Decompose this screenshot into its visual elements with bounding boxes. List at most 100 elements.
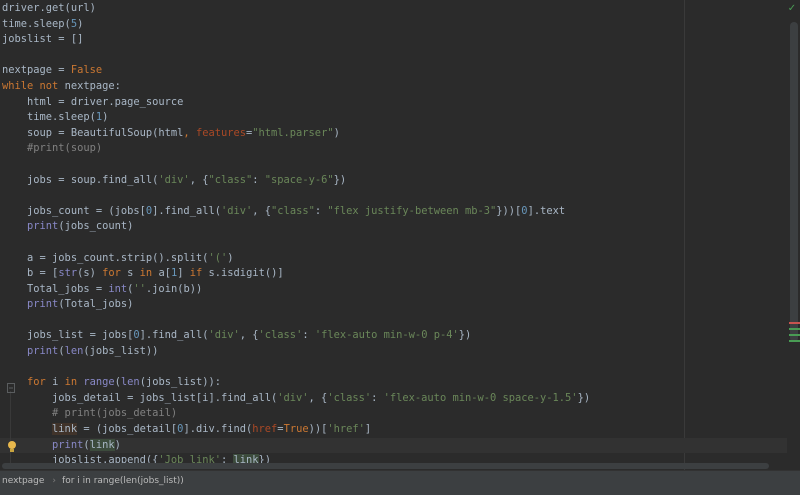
- code-token: '': [133, 282, 146, 295]
- code-token: ]: [177, 267, 190, 280]
- code-token: ): [333, 126, 340, 139]
- code-token: jobs_list = jobs[: [2, 329, 134, 342]
- code-line[interactable]: print(len(jobs_list)): [0, 344, 787, 360]
- lightbulb-icon[interactable]: [6, 439, 18, 453]
- code-token: :: [314, 204, 328, 217]
- code-line[interactable]: [0, 235, 787, 251]
- code-line[interactable]: html = driver.page_source: [0, 95, 787, 111]
- code-line[interactable]: [0, 313, 787, 329]
- code-token: 'div': [208, 329, 240, 342]
- code-line[interactable]: soup = BeautifulSoup(html, features="htm…: [0, 126, 787, 142]
- code-token: while not: [2, 79, 65, 92]
- code-token: nextpage =: [2, 64, 71, 77]
- indent-guide: [10, 406, 11, 423]
- code-token: "html.parser": [252, 126, 334, 139]
- code-token: "space-y-6": [264, 173, 334, 186]
- code-token: 'class': [258, 329, 303, 342]
- code-token: jobs_detail = jobs_list[i].find_all(: [2, 391, 278, 404]
- code-token: time.sleep(: [2, 17, 71, 30]
- code-line[interactable]: driver.get(url): [0, 1, 787, 17]
- code-line[interactable]: link = (jobs_detail[0].div.find(href=Tru…: [0, 422, 787, 438]
- code-token: time.sleep(: [2, 111, 96, 124]
- code-token: ))[: [308, 423, 328, 436]
- code-token: , {: [308, 391, 328, 404]
- code-line[interactable]: jobs = soup.find_all('div', {"class": "s…: [0, 173, 787, 189]
- code-line[interactable]: b = [str(s) for s in a[1] if s.isdigit()…: [0, 266, 787, 282]
- code-token: :: [371, 391, 384, 404]
- code-line[interactable]: jobs_count = (jobs[0].find_all('div', {"…: [0, 204, 787, 220]
- code-token: (jobs_list)): [83, 345, 159, 358]
- code-line[interactable]: Total_jobs = int(''.join(b)): [0, 282, 787, 298]
- code-token: driver.get(url): [2, 2, 96, 14]
- code-token: 'flex-auto min-w-0 space-y-1.5': [383, 391, 578, 404]
- warning-stripe-marker[interactable]: [789, 328, 800, 330]
- code-line[interactable]: nextpage = False: [0, 63, 787, 79]
- code-line[interactable]: [0, 188, 787, 204]
- code-token: i: [52, 376, 65, 389]
- code-token: a[: [158, 267, 171, 280]
- horizontal-scrollbar[interactable]: [2, 463, 769, 469]
- vertical-scrollbar-thumb[interactable]: [790, 22, 798, 342]
- code-line[interactable]: time.sleep(5): [0, 17, 787, 33]
- checkmark-icon[interactable]: ✓: [786, 4, 798, 14]
- error-stripe-marker[interactable]: [789, 322, 800, 324]
- code-line[interactable]: print(link): [0, 437, 787, 454]
- code-token: :: [252, 173, 265, 186]
- code-line[interactable]: [0, 48, 787, 64]
- code-token: link: [89, 438, 115, 451]
- code-token: if: [189, 267, 209, 280]
- code-token: link: [52, 423, 78, 436]
- code-token: str: [58, 267, 78, 280]
- code-line[interactable]: print(jobs_count): [0, 219, 787, 235]
- code-token: print: [27, 345, 59, 358]
- code-token: False: [70, 64, 103, 77]
- code-line[interactable]: a = jobs_count.strip().split('('): [0, 251, 787, 267]
- code-token: a = jobs_count.strip().split(: [2, 251, 209, 264]
- code-line[interactable]: jobslist = []: [0, 32, 787, 48]
- code-line[interactable]: for i in range(len(jobs_list)):: [0, 375, 787, 391]
- code-token: :: [302, 329, 315, 342]
- code-token: features: [195, 126, 246, 139]
- code-token: b = [: [2, 267, 59, 280]
- code-token: ].text: [527, 204, 566, 217]
- code-line[interactable]: [0, 157, 787, 173]
- fold-icon[interactable]: [7, 378, 15, 394]
- code-token: .join(b)): [145, 282, 203, 295]
- code-token: s: [127, 267, 140, 280]
- code-token: ): [102, 111, 109, 124]
- chevron-right-icon: ›: [52, 475, 57, 486]
- breadcrumb-item-nextpage[interactable]: nextpage: [0, 476, 48, 486]
- code-token: }): [458, 329, 472, 342]
- code-line[interactable]: [0, 360, 787, 376]
- code-token: print: [52, 438, 84, 451]
- warning-stripe-marker[interactable]: [789, 334, 800, 336]
- code-line[interactable]: print(Total_jobs): [0, 297, 787, 313]
- breadcrumb-item-for-loop[interactable]: for i in range(len(jobs_list)): [60, 476, 188, 486]
- code-token: "class": [208, 173, 253, 186]
- code-token: in: [139, 267, 159, 280]
- code-token: '(': [208, 251, 228, 264]
- code-token: # print(jobs_detail): [2, 407, 178, 420]
- code-token: (s): [77, 267, 103, 280]
- code-line[interactable]: jobs_list = jobs[0].find_all('div', {'cl…: [0, 328, 787, 344]
- code-token: 'href': [327, 423, 365, 436]
- code-line[interactable]: jobs_detail = jobs_list[i].find_all('div…: [0, 390, 787, 407]
- breadcrumb: nextpage › for i in range(len(jobs_list)…: [0, 470, 800, 490]
- code-line[interactable]: time.sleep(1): [0, 110, 787, 126]
- warning-stripe-marker[interactable]: [789, 340, 800, 342]
- code-token: int: [108, 282, 128, 295]
- code-token: 'flex-auto min-w-0 p-4': [314, 329, 459, 342]
- code-token: , {: [252, 204, 272, 217]
- code-line[interactable]: while not nextpage:: [0, 79, 787, 95]
- code-token: 'div': [158, 173, 190, 186]
- code-editor[interactable]: driver.get(url) time.sleep(5) jobslist = […: [0, 0, 800, 470]
- code-area[interactable]: driver.get(url) time.sleep(5) jobslist = […: [0, 1, 787, 469]
- code-token: for: [27, 376, 53, 389]
- code-token: (jobs_list)):: [139, 376, 222, 389]
- code-token: }): [577, 391, 591, 404]
- code-line[interactable]: #print(soup): [0, 141, 787, 157]
- code-line[interactable]: # print(jobs_detail): [0, 406, 787, 423]
